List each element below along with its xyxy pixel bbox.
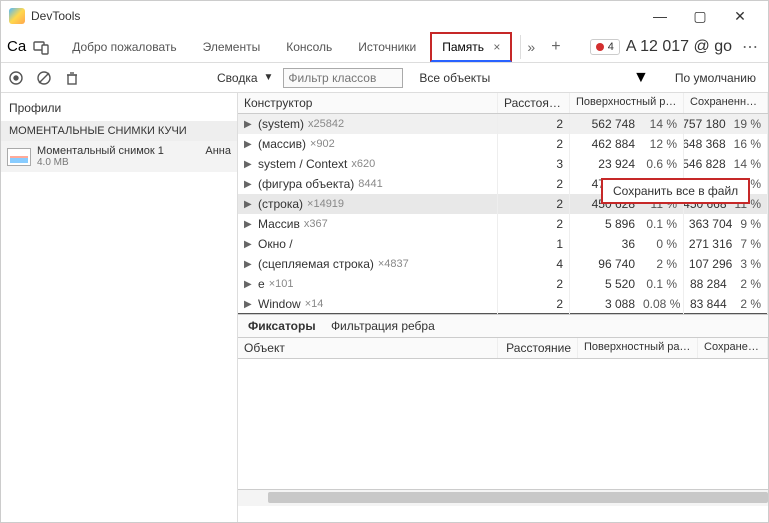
- tab-memory-label: Память: [442, 40, 484, 54]
- heap-table: Конструктор Расстояние Поверхностный раз…: [238, 93, 768, 522]
- toolbar: Сводка▼ Все объекты ▼ По умолчанию: [1, 63, 768, 93]
- objects-select[interactable]: Все объекты: [413, 69, 496, 87]
- table-row[interactable]: ▶system / Context x620323 9240.6 %546 82…: [238, 154, 768, 174]
- ret-col-retained[interactable]: Сохраненный размер: [698, 338, 768, 358]
- table-row[interactable]: ▶(сцепляемая строка) ×4837496 7402 %107 …: [238, 254, 768, 274]
- new-tab-button[interactable]: +: [543, 34, 568, 60]
- ret-col-distance[interactable]: Расстояние: [498, 338, 578, 358]
- record-dot-icon: [596, 43, 604, 51]
- sidebar: Профили МОМЕНТАЛЬНЫЕ СНИМКИ КУЧИ Момента…: [1, 93, 238, 522]
- sidebar-category: МОМЕНТАЛЬНЫЕ СНИМКИ КУЧИ: [1, 121, 237, 141]
- window-title: DevTools: [31, 9, 640, 23]
- view-select[interactable]: Сводка▼: [211, 69, 279, 87]
- main-area: Профили МОМЕНТАЛЬНЫЕ СНИМКИ КУЧИ Момента…: [1, 93, 768, 522]
- tab-close-icon[interactable]: ×: [493, 40, 500, 54]
- snapshot-name: Моментальный снимок 1: [37, 145, 164, 157]
- expand-icon[interactable]: ▶: [244, 219, 254, 230]
- col-distance[interactable]: Расстояние: [498, 93, 570, 113]
- error-badge[interactable]: 4: [590, 39, 620, 55]
- col-retained[interactable]: Сохраненный размер: [684, 93, 768, 113]
- tab-memory[interactable]: Память ×: [430, 32, 512, 62]
- title-bar: DevTools — ▢ ✕: [1, 1, 768, 31]
- expand-icon[interactable]: ▶: [244, 199, 254, 210]
- ret-col-shallow[interactable]: Поверхностный размер: [578, 338, 698, 358]
- tab-console[interactable]: Консоль: [274, 32, 344, 62]
- col-shallow[interactable]: Поверхностный размер: [570, 93, 684, 113]
- class-filter-input[interactable]: [283, 68, 403, 88]
- expand-icon[interactable]: ▶: [244, 239, 254, 250]
- objects-caret-icon[interactable]: ▼: [633, 69, 649, 87]
- snapshot-size: 4.0 MB: [37, 157, 231, 168]
- minimize-button[interactable]: —: [640, 2, 680, 30]
- table-row[interactable]: ▶Окно / 1360 %271 3167 %: [238, 234, 768, 254]
- record-button[interactable]: [7, 69, 25, 87]
- context-menu-save-all[interactable]: Сохранить все в файл: [601, 178, 750, 204]
- expand-icon[interactable]: ▶: [244, 119, 254, 130]
- expand-icon[interactable]: ▶: [244, 299, 254, 310]
- app-logo: [9, 8, 25, 24]
- tab-bar: Ca Добро пожаловать Элементы Консоль Ист…: [1, 31, 768, 63]
- ret-col-object[interactable]: Объект: [238, 338, 498, 358]
- tab-welcome[interactable]: Добро пожаловать: [60, 32, 188, 62]
- expand-icon[interactable]: ▶: [244, 279, 254, 290]
- snapshot-user: Анна: [205, 145, 231, 157]
- retainers-header: Фиксаторы Фильтрация ребра: [238, 314, 768, 337]
- table-row[interactable]: ▶Массив x36725 8960.1 %363 7049 %: [238, 214, 768, 234]
- close-window-button[interactable]: ✕: [720, 2, 760, 30]
- more-button[interactable]: ⋯: [738, 37, 762, 57]
- table-row[interactable]: ▶e ×10125 5200.1 %88 2842 %: [238, 274, 768, 294]
- snapshot-thumb-icon: [7, 148, 31, 166]
- sort-select[interactable]: По умолчанию: [669, 69, 762, 87]
- table-body: ▶(system) x258422562 74814 %757 18019 %▶…: [238, 114, 768, 314]
- table-header: Конструктор Расстояние Поверхностный раз…: [238, 93, 768, 114]
- status-text: A 12 017 @ go: [626, 38, 732, 56]
- expand-icon[interactable]: ▶: [244, 139, 254, 150]
- table-row[interactable]: ▶Window ×1423 0880.08 %83 8442 %: [238, 294, 768, 314]
- col-constructor[interactable]: Конструктор: [238, 93, 498, 113]
- sidebar-header: Профили: [1, 93, 237, 121]
- retainers-table: Объект Расстояние Поверхностный размер С…: [238, 337, 768, 489]
- mode-label[interactable]: Ca: [7, 38, 26, 55]
- retainers-body: [238, 359, 768, 489]
- clear-button[interactable]: [35, 69, 53, 87]
- scroll-thumb[interactable]: [268, 492, 768, 503]
- table-row[interactable]: ▶(system) x258422562 74814 %757 18019 %: [238, 114, 768, 134]
- expand-icon[interactable]: ▶: [244, 259, 254, 270]
- tab-sources[interactable]: Источники: [346, 32, 428, 62]
- tabs-overflow-button[interactable]: »: [520, 35, 541, 59]
- trash-button[interactable]: [63, 69, 81, 87]
- expand-icon[interactable]: ▶: [244, 159, 254, 170]
- tab-elements[interactable]: Элементы: [191, 32, 273, 62]
- snapshot-item[interactable]: Моментальный снимок 1 Анна 4.0 MB: [1, 141, 237, 172]
- maximize-button[interactable]: ▢: [680, 2, 720, 30]
- expand-icon[interactable]: ▶: [244, 179, 254, 190]
- horizontal-scrollbar[interactable]: [238, 489, 768, 506]
- table-row[interactable]: ▶(массив) ×9022462 88412 %648 36816 %: [238, 134, 768, 154]
- devices-icon[interactable]: [32, 38, 50, 56]
